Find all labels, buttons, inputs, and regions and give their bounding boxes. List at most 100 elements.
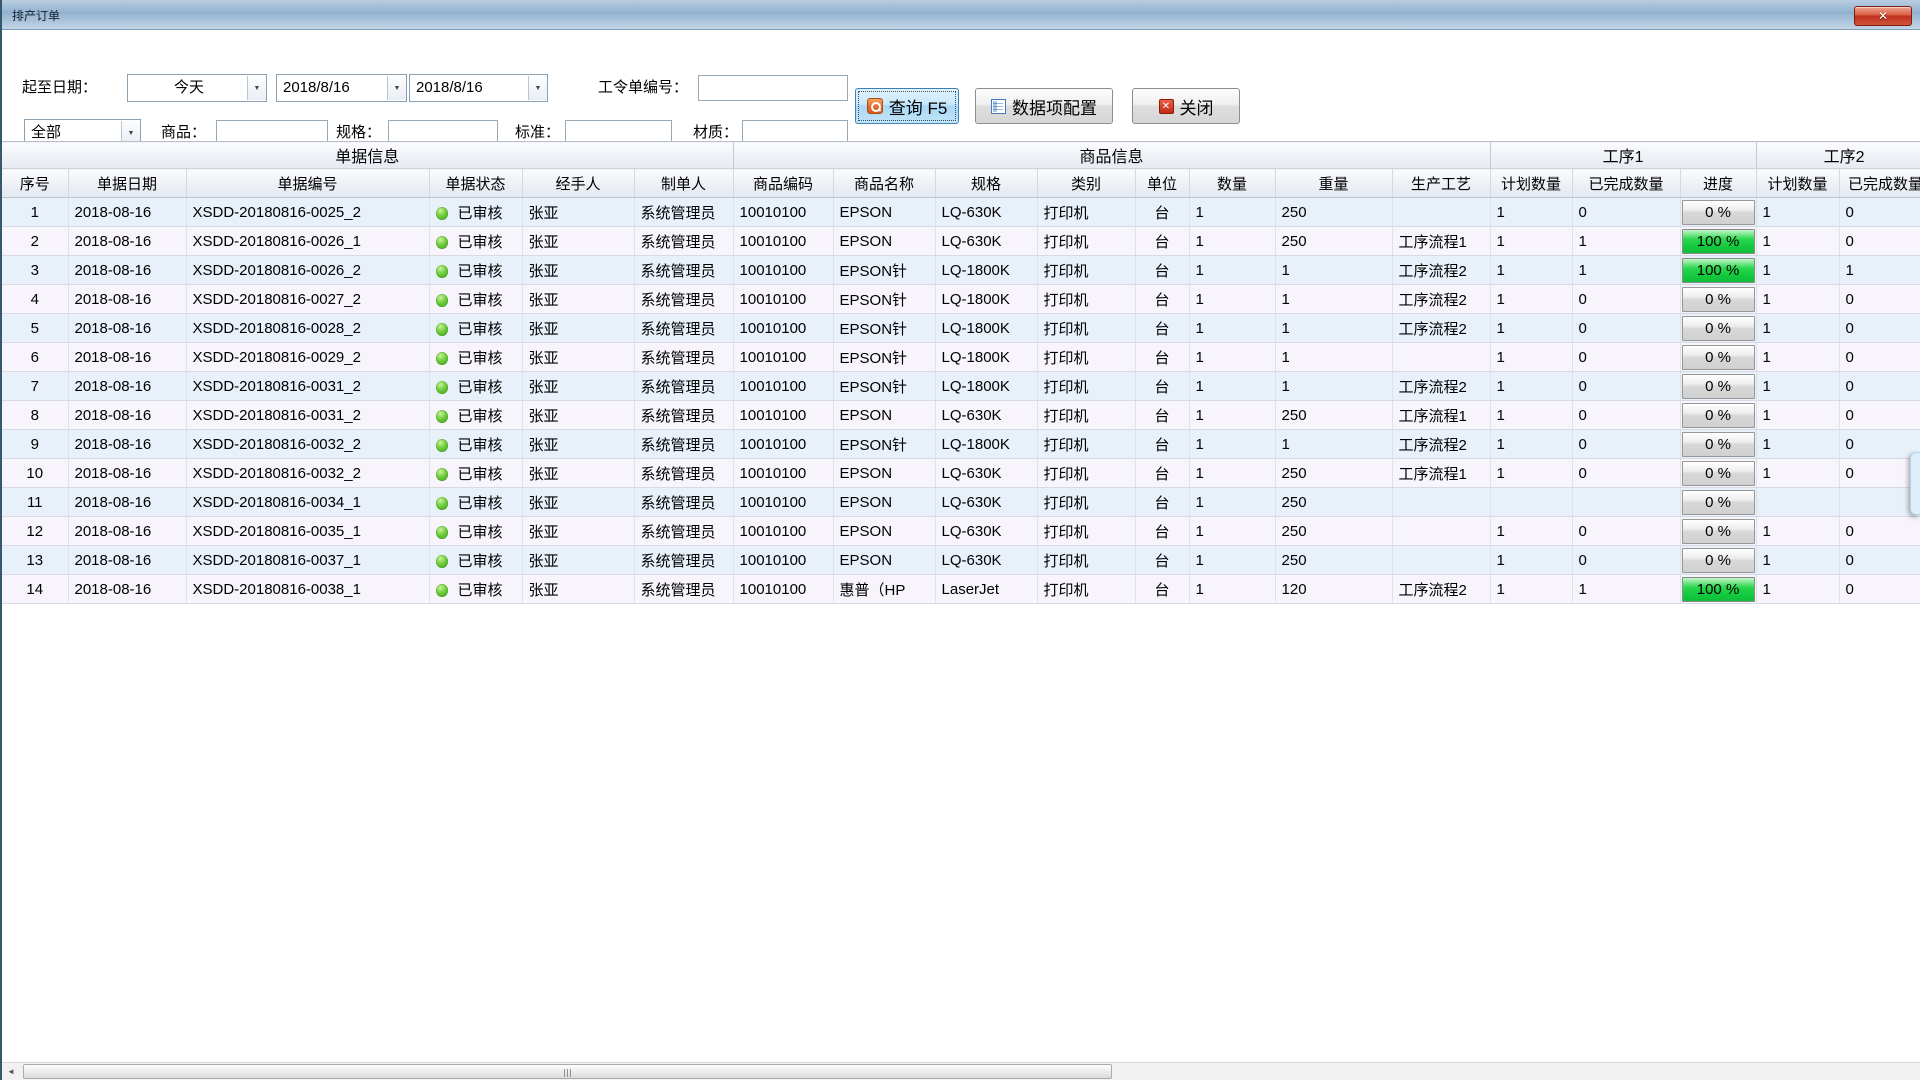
data-config-button[interactable]: 数据项配置: [975, 88, 1113, 124]
column-header-weight[interactable]: 重量: [1275, 169, 1392, 198]
table-row[interactable]: 62018-08-16XSDD-20180816-0029_2已审核张亚系统管理…: [2, 343, 1920, 372]
column-header-status[interactable]: 单据状态: [429, 169, 522, 198]
chevron-down-icon[interactable]: ▼: [387, 76, 406, 100]
cell-p1_done: 0: [1572, 401, 1680, 430]
status-dot-icon: [436, 468, 448, 481]
cell-p1_plan: 1: [1490, 314, 1572, 343]
column-header-order_no[interactable]: 单据编号: [186, 169, 429, 198]
filter-toolbar: 起至日期： 今天 ▼ 2018/8/16 ▼ 2018/8/16 ▼ 工令单编号…: [2, 30, 1920, 140]
cell-category: 打印机: [1037, 488, 1135, 517]
cell-process: 工序流程2: [1392, 575, 1490, 604]
work-order-input[interactable]: [698, 75, 848, 101]
window-close-button[interactable]: ✕: [1854, 6, 1912, 26]
cell-status: 已审核: [429, 343, 522, 372]
cell-spec: LQ-1800K: [935, 285, 1037, 314]
work-order-label: 工令单编号：: [598, 75, 688, 101]
scroll-left-icon[interactable]: ◄: [3, 1064, 19, 1080]
cell-product_code: 10010100: [733, 401, 833, 430]
column-header-spec[interactable]: 规格: [935, 169, 1037, 198]
table-row[interactable]: 102018-08-16XSDD-20180816-0032_2已审核张亚系统管…: [2, 459, 1920, 488]
cell-order_no: XSDD-20180816-0038_1: [186, 575, 429, 604]
status-dot-icon: [436, 352, 448, 365]
column-header-p1_done[interactable]: 已完成数量: [1572, 169, 1680, 198]
progress-cell: 0 %: [1682, 490, 1755, 515]
cell-qty: 1: [1189, 256, 1275, 285]
table-row[interactable]: 72018-08-16XSDD-20180816-0031_2已审核张亚系统管理…: [2, 372, 1920, 401]
cell-p1_plan: 1: [1490, 517, 1572, 546]
status-label: 已审核: [458, 321, 503, 338]
column-header-product_code[interactable]: 商品编码: [733, 169, 833, 198]
column-header-date[interactable]: 单据日期: [68, 169, 186, 198]
cell-spec: LQ-1800K: [935, 430, 1037, 459]
search-icon: [867, 98, 883, 114]
date-to-combo[interactable]: 2018/8/16 ▼: [409, 74, 548, 102]
orders-grid: 单据信息商品信息工序1工序2序号单据日期单据编号单据状态经手人制单人商品编码商品…: [2, 141, 1920, 606]
column-header-p1_progress[interactable]: 进度: [1680, 169, 1756, 198]
progress-cell: 100 %: [1682, 258, 1755, 283]
column-header-p1_plan[interactable]: 计划数量: [1490, 169, 1572, 198]
cell-status: 已审核: [429, 227, 522, 256]
column-header-seq[interactable]: 序号: [2, 169, 68, 198]
column-header-product_name[interactable]: 商品名称: [833, 169, 935, 198]
column-header-p2_plan[interactable]: 计划数量: [1756, 169, 1839, 198]
cell-p2_done: 0: [1839, 459, 1920, 488]
cell-p1_progress: 0 %: [1680, 285, 1756, 314]
table-row[interactable]: 122018-08-16XSDD-20180816-0035_1已审核张亚系统管…: [2, 517, 1920, 546]
column-header-qty[interactable]: 数量: [1189, 169, 1275, 198]
chevron-down-icon[interactable]: ▼: [247, 76, 266, 100]
cell-product_name: EPSON: [833, 459, 935, 488]
cell-p1_done: 0: [1572, 285, 1680, 314]
cell-process: 工序流程2: [1392, 256, 1490, 285]
table-row[interactable]: 142018-08-16XSDD-20180816-0038_1已审核张亚系统管…: [2, 575, 1920, 604]
status-dot-icon: [436, 526, 448, 539]
cell-product_code: 10010100: [733, 285, 833, 314]
cell-unit: 台: [1135, 575, 1189, 604]
chevron-down-icon[interactable]: ▼: [528, 76, 547, 100]
cell-p1_done: 0: [1572, 343, 1680, 372]
cell-p2_plan: 1: [1756, 227, 1839, 256]
cell-p1_plan: 1: [1490, 401, 1572, 430]
table-row[interactable]: 32018-08-16XSDD-20180816-0026_2已审核张亚系统管理…: [2, 256, 1920, 285]
table-row[interactable]: 12018-08-16XSDD-20180816-0025_2已审核张亚系统管理…: [2, 198, 1920, 227]
cell-p1_progress: 0 %: [1680, 459, 1756, 488]
column-header-process[interactable]: 生产工艺: [1392, 169, 1490, 198]
column-header-creator[interactable]: 制单人: [634, 169, 733, 198]
cell-product_code: 10010100: [733, 372, 833, 401]
cell-weight: 120: [1275, 575, 1392, 604]
cell-date: 2018-08-16: [68, 343, 186, 372]
column-header-unit[interactable]: 单位: [1135, 169, 1189, 198]
column-header-category[interactable]: 类别: [1037, 169, 1135, 198]
table-row[interactable]: 82018-08-16XSDD-20180816-0031_2已审核张亚系统管理…: [2, 401, 1920, 430]
date-preset-combo[interactable]: 今天 ▼: [127, 74, 267, 102]
cell-product_name: EPSON: [833, 401, 935, 430]
cell-date: 2018-08-16: [68, 256, 186, 285]
cell-weight: 250: [1275, 198, 1392, 227]
horizontal-scrollbar[interactable]: ◄: [2, 1062, 1920, 1080]
cell-p1_plan: 1: [1490, 227, 1572, 256]
cell-status: 已审核: [429, 198, 522, 227]
cell-spec: LQ-630K: [935, 227, 1037, 256]
progress-cell: 0 %: [1682, 345, 1755, 370]
cell-p1_plan: 1: [1490, 459, 1572, 488]
query-button-label: 查询 F5: [889, 94, 948, 119]
cell-p1_progress: 0 %: [1680, 546, 1756, 575]
cell-handler: 张亚: [522, 575, 634, 604]
cell-p1_plan: 1: [1490, 285, 1572, 314]
cell-status: 已审核: [429, 488, 522, 517]
close-button[interactable]: ✕ 关闭: [1132, 88, 1240, 124]
table-row[interactable]: 92018-08-16XSDD-20180816-0032_2已审核张亚系统管理…: [2, 430, 1920, 459]
status-label: 已审核: [458, 495, 503, 512]
cell-product_name: EPSON针: [833, 372, 935, 401]
column-header-p2_done[interactable]: 已完成数量: [1839, 169, 1920, 198]
vertical-scroll-tab[interactable]: [1910, 452, 1920, 515]
date-from-combo[interactable]: 2018/8/16 ▼: [276, 74, 407, 102]
column-header-handler[interactable]: 经手人: [522, 169, 634, 198]
scrollbar-thumb[interactable]: [23, 1064, 1112, 1079]
query-button[interactable]: 查询 F5: [855, 88, 959, 124]
cell-status: 已审核: [429, 314, 522, 343]
table-row[interactable]: 22018-08-16XSDD-20180816-0026_1已审核张亚系统管理…: [2, 227, 1920, 256]
table-row[interactable]: 112018-08-16XSDD-20180816-0034_1已审核张亚系统管…: [2, 488, 1920, 517]
table-row[interactable]: 42018-08-16XSDD-20180816-0027_2已审核张亚系统管理…: [2, 285, 1920, 314]
table-row[interactable]: 52018-08-16XSDD-20180816-0028_2已审核张亚系统管理…: [2, 314, 1920, 343]
table-row[interactable]: 132018-08-16XSDD-20180816-0037_1已审核张亚系统管…: [2, 546, 1920, 575]
